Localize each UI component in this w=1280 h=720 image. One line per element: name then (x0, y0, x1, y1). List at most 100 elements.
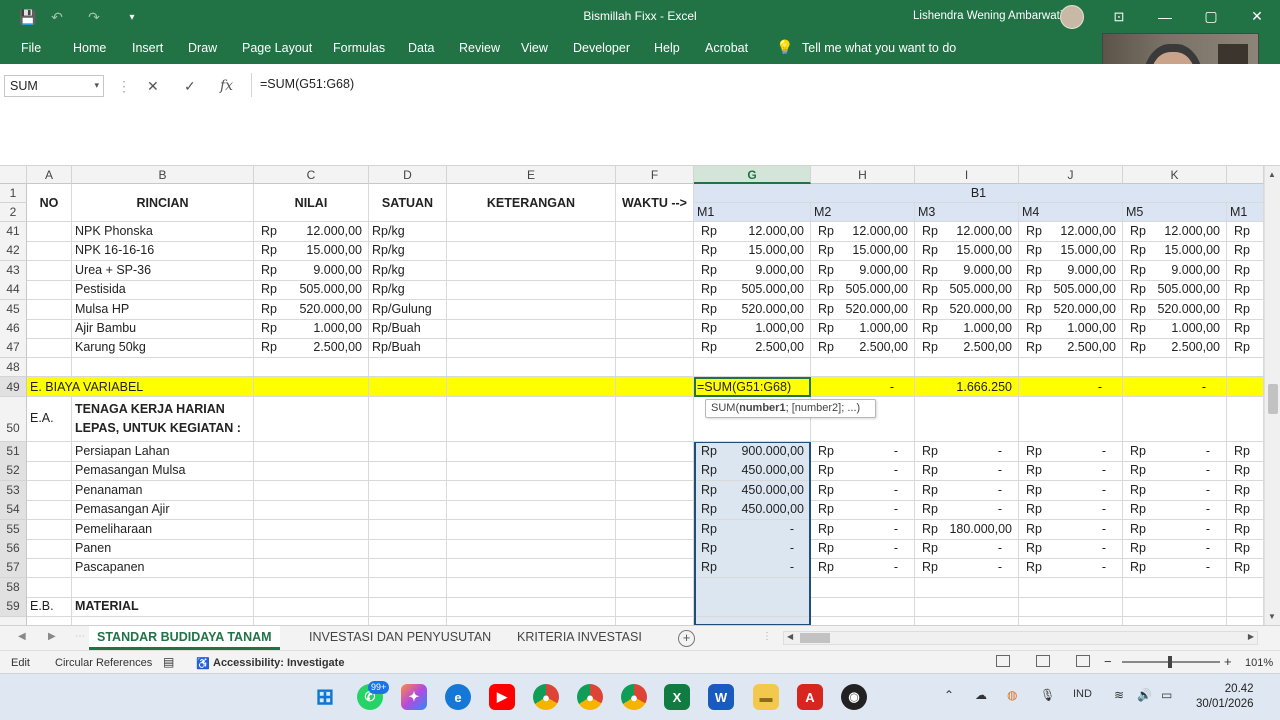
add-sheet-button[interactable]: + (678, 630, 695, 647)
total-j[interactable]: - (1019, 377, 1123, 397)
accessibility-status[interactable]: Accessibility: Investigate (213, 657, 344, 669)
system-clock[interactable]: 20.42 30/01/2026 (1196, 682, 1254, 712)
word-icon[interactable]: W (708, 684, 734, 710)
month-cell[interactable]: Rp (1227, 280, 1264, 300)
column-header-h[interactable]: H (811, 166, 915, 184)
empty-cell[interactable] (72, 617, 254, 625)
month-cell[interactable]: Rp 9.000,00 (811, 261, 915, 281)
tab-acrobat[interactable]: Acrobat (705, 41, 748, 55)
header-rincian[interactable]: RINCIAN (72, 184, 254, 222)
battery-icon[interactable]: ▭ (1161, 688, 1172, 702)
empty-cell[interactable] (72, 358, 254, 377)
empty-cell[interactable] (447, 617, 616, 625)
month-cell[interactable]: Rp (1227, 338, 1264, 358)
tooltip-arg[interactable]: number1 (739, 402, 785, 414)
zoom-level[interactable]: 101% (1245, 657, 1273, 669)
labor-cost-j[interactable]: Rp - (1019, 500, 1123, 520)
month-cell[interactable]: Rp 15.000,00 (1123, 241, 1227, 261)
row-header[interactable]: 41 (0, 222, 27, 242)
chrome-icon[interactable]: ● (533, 684, 559, 710)
empty-cell[interactable] (254, 539, 369, 559)
keterangan-cell[interactable] (447, 261, 616, 281)
cell-a[interactable] (27, 319, 72, 339)
cell-a[interactable] (27, 558, 72, 578)
empty-cell[interactable] (811, 358, 915, 377)
column-header-i[interactable]: I (915, 166, 1019, 184)
labor-cost-g[interactable]: Rp 450.000,00 (694, 461, 811, 481)
empty-cell[interactable] (1019, 358, 1123, 377)
zoom-slider[interactable] (1122, 656, 1220, 668)
month-cell[interactable]: Rp 520.000,00 (1019, 300, 1123, 320)
labor-cost-g[interactable]: Rp 450.000,00 (694, 500, 811, 520)
empty-cell[interactable] (254, 397, 369, 442)
empty-cell[interactable] (254, 358, 369, 377)
empty-cell[interactable] (254, 481, 369, 501)
enter-icon[interactable]: ✓ (184, 78, 196, 95)
waktu-cell[interactable] (616, 222, 694, 242)
empty-cell[interactable] (369, 558, 447, 578)
labor-cost-i[interactable]: Rp - (915, 442, 1019, 462)
row-header[interactable]: 1 (0, 184, 27, 203)
header-month[interactable]: M3 (915, 203, 1019, 222)
labor-cost-i[interactable]: Rp - (915, 539, 1019, 559)
empty-cell[interactable] (447, 597, 616, 617)
month-cell[interactable]: Rp 2.500,00 (694, 338, 811, 358)
header-month[interactable]: M4 (1019, 203, 1123, 222)
column-header-a[interactable]: A (27, 166, 72, 184)
youtube-icon[interactable]: ▶ (489, 684, 515, 710)
scroll-left-icon[interactable]: ◀ (787, 632, 793, 641)
row-header[interactable]: 53 (0, 481, 27, 501)
labor-cost-i[interactable]: Rp 180.000,00 (915, 520, 1019, 540)
labor-cost-j[interactable]: Rp - (1019, 461, 1123, 481)
labor-cost-h[interactable]: Rp - (811, 558, 915, 578)
labor-cost-k[interactable]: Rp - (1123, 520, 1227, 540)
labor-cost-k[interactable]: Rp - (1123, 500, 1227, 520)
file-explorer-icon[interactable]: ▬ (753, 684, 779, 710)
empty-cell[interactable] (616, 442, 694, 462)
tab-home[interactable]: Home (73, 41, 106, 55)
minimize-button[interactable]: — (1142, 0, 1188, 33)
waktu-cell[interactable] (616, 280, 694, 300)
labor-section-title[interactable]: TENAGA KERJA HARIAN LEPAS, UNTUK KEGIATAN… (72, 397, 254, 442)
empty-cell[interactable] (447, 442, 616, 462)
empty-cell[interactable] (616, 558, 694, 578)
spreadsheet-grid[interactable]: A B C D E F G H I J K 1 2 NO RINCIAN NILAI SATUAN KETERAN… (0, 166, 1264, 625)
empty-cell[interactable] (694, 617, 811, 625)
month-cell[interactable]: Rp 15.000,00 (915, 241, 1019, 261)
nilai-cell[interactable]: Rp 15.000,00 (254, 241, 369, 261)
header-satuan[interactable]: SATUAN (369, 184, 447, 222)
restore-button[interactable]: ▢ (1188, 0, 1234, 33)
normal-view-icon[interactable] (996, 655, 1010, 667)
acrobat-icon[interactable]: A (797, 684, 823, 710)
empty-cell[interactable] (447, 397, 616, 442)
empty-cell[interactable] (447, 578, 616, 598)
start-icon[interactable]: ⊞ (312, 684, 338, 710)
total-h[interactable]: - (811, 377, 915, 397)
empty-cell[interactable] (1227, 397, 1264, 442)
satuan-cell[interactable]: Rp/kg (369, 261, 447, 281)
row-header[interactable] (0, 617, 27, 625)
header-month[interactable]: M1 (1227, 203, 1264, 222)
tooltip-fn[interactable]: SUM( (711, 402, 739, 414)
empty-cell[interactable] (915, 397, 1019, 442)
activity-name[interactable]: Persiapan Lahan (72, 442, 254, 462)
cell-a[interactable] (27, 338, 72, 358)
page-layout-view-icon[interactable] (1036, 655, 1050, 667)
empty-cell[interactable] (616, 481, 694, 501)
column-header-d[interactable]: D (369, 166, 447, 184)
labor-cost-l[interactable]: Rp (1227, 442, 1264, 462)
labor-cost-k[interactable]: Rp - (1123, 442, 1227, 462)
empty-cell[interactable] (447, 358, 616, 377)
yellow-cell[interactable] (254, 377, 369, 397)
labor-cost-k[interactable]: Rp - (1123, 461, 1227, 481)
activity-name[interactable]: Pemeliharaan (72, 520, 254, 540)
empty-cell[interactable] (27, 617, 72, 625)
month-cell[interactable]: Rp 12.000,00 (811, 222, 915, 242)
row-header[interactable]: 48 (0, 358, 27, 377)
empty-cell[interactable] (1123, 397, 1227, 442)
empty-cell[interactable] (616, 617, 694, 625)
labor-cost-g[interactable]: Rp 900.000,00 (694, 442, 811, 462)
empty-cell[interactable] (447, 520, 616, 540)
empty-cell[interactable] (616, 520, 694, 540)
total-k[interactable]: - (1123, 377, 1227, 397)
